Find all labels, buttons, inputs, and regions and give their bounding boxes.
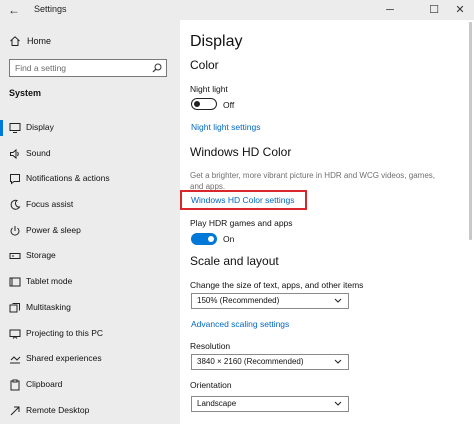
- search-box[interactable]: [9, 59, 167, 77]
- orientation-dropdown[interactable]: Landscape: [191, 396, 349, 412]
- sidebar-item-clipboard[interactable]: Clipboard: [0, 373, 180, 399]
- multitasking-icon: [9, 302, 20, 313]
- power-icon: [10, 225, 20, 236]
- resolution-label: Resolution: [190, 341, 231, 351]
- sidebar-item-label: Tablet mode: [26, 276, 73, 287]
- sidebar-item-label: Focus assist: [26, 199, 74, 210]
- night-light-toggle[interactable]: [191, 98, 217, 110]
- hdr-games-toggle[interactable]: [191, 233, 217, 245]
- hd-color-settings-link[interactable]: Windows HD Color settings: [191, 195, 294, 205]
- sidebar-item-power-sleep[interactable]: Power & sleep: [0, 219, 180, 245]
- sidebar-item-projecting[interactable]: Projecting to this PC: [0, 322, 180, 348]
- sound-icon: [10, 148, 19, 159]
- scale-heading: Scale and layout: [190, 254, 279, 268]
- orientation-label: Orientation: [190, 380, 232, 390]
- chevron-down-icon: [334, 359, 342, 364]
- hd-color-heading: Windows HD Color: [190, 145, 292, 159]
- page-title: Display: [190, 33, 243, 50]
- chevron-down-icon: [334, 298, 342, 303]
- display-icon: [9, 123, 21, 133]
- resolution-dropdown[interactable]: 3840 × 2160 (Recommended): [191, 354, 349, 370]
- title-bar: ← Settings ─ ☐ ✕: [0, 0, 474, 20]
- clipboard-icon: [10, 379, 20, 391]
- remote-desktop-icon: [10, 406, 20, 415]
- sidebar-item-label: Clipboard: [26, 378, 63, 389]
- night-light-label: Night light: [190, 84, 228, 94]
- sidebar-item-label: Shared experiences: [26, 353, 102, 364]
- notifications-icon: [10, 174, 20, 185]
- toggle-knob: [208, 236, 214, 242]
- window-title: Settings: [34, 4, 67, 14]
- sidebar: Home System Display Sound: [0, 20, 180, 424]
- night-light-settings-link[interactable]: Night light settings: [191, 122, 260, 132]
- minimize-icon[interactable]: ─: [376, 0, 404, 20]
- sidebar-item-label: Notifications & actions: [26, 173, 110, 184]
- focus-assist-icon: [10, 199, 21, 210]
- maximize-icon[interactable]: ☐: [420, 0, 448, 20]
- search-input[interactable]: [15, 62, 145, 74]
- sidebar-item-label: Storage: [26, 250, 56, 261]
- sidebar-item-label: Power & sleep: [26, 224, 81, 235]
- hdr-games-label: Play HDR games and apps: [190, 218, 293, 228]
- sidebar-item-focus-assist[interactable]: Focus assist: [0, 193, 180, 219]
- sidebar-item-label: Display: [26, 122, 54, 132]
- section-label-system: System: [9, 88, 42, 98]
- scale-dropdown[interactable]: 150% (Recommended): [191, 293, 349, 309]
- tablet-mode-icon: [9, 277, 21, 287]
- active-indicator: [0, 120, 3, 136]
- projecting-icon: [9, 329, 21, 339]
- sidebar-item-shared-experiences[interactable]: Shared experiences: [0, 347, 180, 373]
- toggle-knob: [194, 100, 200, 107]
- shared-experiences-icon: [10, 356, 21, 364]
- scrollbar[interactable]: [469, 22, 472, 240]
- advanced-scaling-link[interactable]: Advanced scaling settings: [191, 319, 289, 329]
- sidebar-item-notifications[interactable]: Notifications & actions: [0, 167, 180, 193]
- search-icon[interactable]: [152, 63, 162, 73]
- sidebar-item-tablet-mode[interactable]: Tablet mode: [0, 270, 180, 296]
- orientation-value: Landscape: [197, 399, 237, 408]
- sidebar-item-label: Sound: [26, 147, 51, 158]
- storage-icon: [9, 253, 21, 260]
- home-icon: [10, 36, 20, 46]
- back-arrow-icon[interactable]: ←: [6, 2, 22, 18]
- scale-value: 150% (Recommended): [197, 296, 280, 305]
- home-nav-item[interactable]: Home: [0, 34, 180, 50]
- chevron-down-icon: [334, 401, 342, 406]
- color-heading: Color: [190, 58, 219, 72]
- sidebar-item-remote-desktop[interactable]: Remote Desktop: [0, 399, 180, 424]
- scale-label: Change the size of text, apps, and other…: [190, 280, 364, 290]
- sidebar-item-sound[interactable]: Sound: [0, 142, 180, 168]
- close-icon[interactable]: ✕: [446, 0, 474, 20]
- sidebar-item-display[interactable]: Display: [0, 116, 180, 142]
- sidebar-item-label: Multitasking: [26, 301, 71, 312]
- resolution-value: 3840 × 2160 (Recommended): [197, 357, 304, 366]
- hd-color-description: Get a brighter, more vibrant picture in …: [190, 171, 435, 191]
- hdr-games-state: On: [223, 234, 235, 244]
- sidebar-item-storage[interactable]: Storage: [0, 244, 180, 270]
- sidebar-item-multitasking[interactable]: Multitasking: [0, 296, 180, 322]
- night-light-state: Off: [223, 100, 235, 110]
- sidebar-item-label: Remote Desktop: [26, 404, 90, 415]
- main-content: Display Color Night light Off Night ligh…: [180, 20, 474, 424]
- home-label: Home: [27, 36, 52, 46]
- sidebar-nav: Display Sound Notifications & actions Fo…: [0, 116, 180, 424]
- sidebar-item-label: Projecting to this PC: [26, 327, 104, 338]
